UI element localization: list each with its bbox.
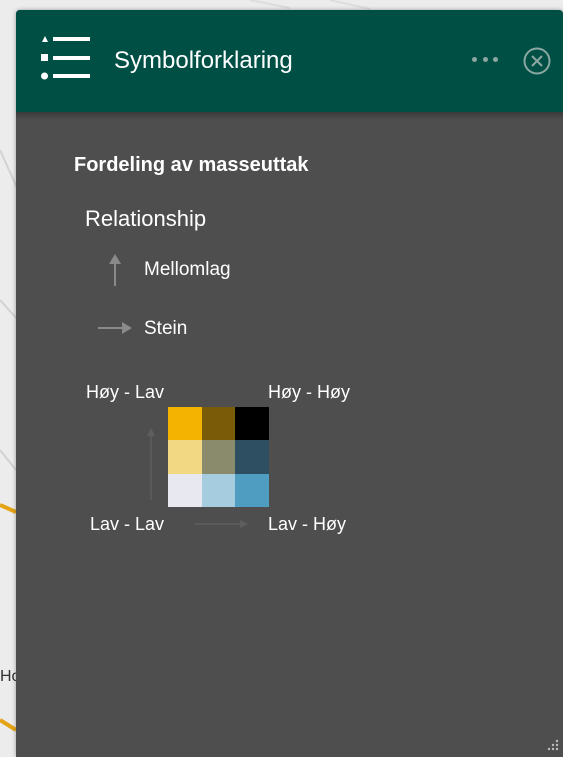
panel-title: Symbolforklaring bbox=[114, 47, 293, 74]
close-circle-icon[interactable] bbox=[522, 46, 552, 76]
grid-cell-1-2 bbox=[235, 440, 269, 474]
vertical-field-row: Mellomlag bbox=[100, 254, 300, 286]
layer-title: Fordeling av masseuttak bbox=[74, 154, 309, 176]
horizontal-field-label: Stein bbox=[144, 318, 188, 339]
legend-list-icon bbox=[41, 36, 90, 80]
corner-label-bottom-right: Lav - Høy bbox=[268, 514, 347, 534]
arrow-up-icon bbox=[109, 254, 121, 286]
more-dot bbox=[493, 56, 498, 62]
grid-cell-1-0 bbox=[168, 440, 202, 474]
grid-cell-1-1 bbox=[201, 440, 236, 474]
arrow-right-icon bbox=[98, 322, 132, 334]
vertical-field-label: Mellomlag bbox=[144, 259, 231, 280]
grid-cell-0-1 bbox=[201, 407, 236, 441]
resize-handle-icon[interactable] bbox=[543, 737, 559, 753]
relationship-label: Relationship bbox=[85, 206, 207, 231]
bivariate-color-grid bbox=[168, 407, 269, 507]
horizontal-field-row: Stein bbox=[96, 313, 296, 343]
grid-cell-0-0 bbox=[168, 407, 202, 441]
grid-cell-2-2 bbox=[235, 473, 269, 507]
more-dots-icon bbox=[472, 56, 477, 62]
grid-cell-2-0 bbox=[168, 473, 202, 507]
more-options-button[interactable] bbox=[468, 48, 502, 70]
grid-axis-right-icon bbox=[194, 520, 248, 528]
grid-cell-0-2 bbox=[235, 407, 269, 441]
grid-cell-2-1 bbox=[201, 473, 236, 507]
corner-label-bottom-left: Lav - Lav bbox=[90, 514, 165, 534]
panel-header: Symbolforklaring bbox=[16, 10, 563, 112]
corner-label-top-left: Høy - Lav bbox=[86, 382, 165, 402]
legend-panel: Symbolforklaring Fordeling av masseuttak… bbox=[16, 10, 563, 757]
grid-axis-up-icon bbox=[147, 428, 155, 500]
corner-label-top-right: Høy - Høy bbox=[268, 382, 350, 402]
header-divider bbox=[16, 112, 563, 120]
more-dot bbox=[482, 56, 488, 62]
